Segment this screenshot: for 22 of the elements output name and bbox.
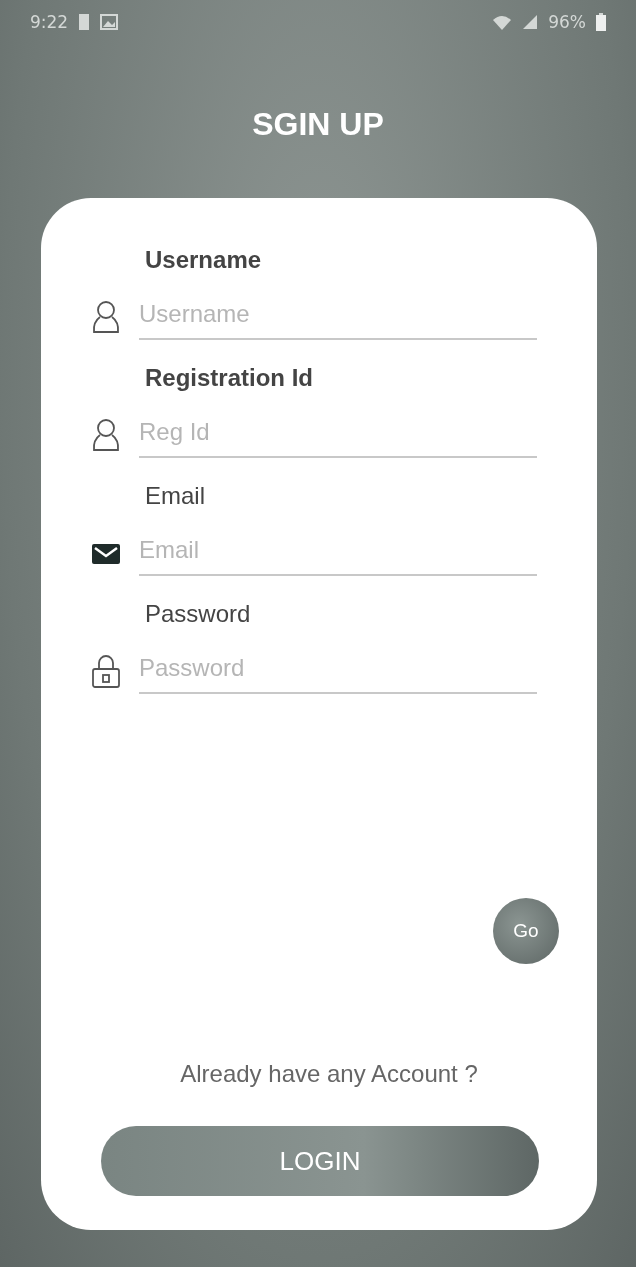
battery-percent: 96% bbox=[548, 12, 586, 32]
login-button[interactable]: LOGIN bbox=[101, 1126, 539, 1196]
wifi-icon bbox=[492, 14, 513, 30]
person-icon bbox=[91, 418, 121, 452]
field-label: Password bbox=[145, 600, 252, 629]
signal-icon bbox=[522, 14, 539, 30]
lock-icon bbox=[91, 654, 121, 688]
input-field[interactable]: Reg Id bbox=[139, 412, 537, 458]
image-icon bbox=[100, 14, 119, 30]
input-field[interactable]: Username bbox=[139, 294, 537, 340]
status-time: 9:22 bbox=[30, 12, 69, 32]
person-icon bbox=[91, 300, 121, 334]
input-field[interactable]: Password bbox=[139, 648, 537, 694]
notification-icon bbox=[78, 13, 91, 31]
field-label: Username bbox=[145, 246, 263, 275]
battery-icon bbox=[596, 13, 606, 31]
input-field[interactable]: Email bbox=[139, 530, 537, 576]
page-title: SGIN UP bbox=[252, 106, 384, 144]
login-prompt: Already have any Account ? bbox=[179, 1060, 479, 1088]
field-label: Registration Id bbox=[145, 364, 314, 393]
go-button[interactable]: Go bbox=[493, 898, 559, 964]
field-label: Email bbox=[145, 482, 206, 511]
